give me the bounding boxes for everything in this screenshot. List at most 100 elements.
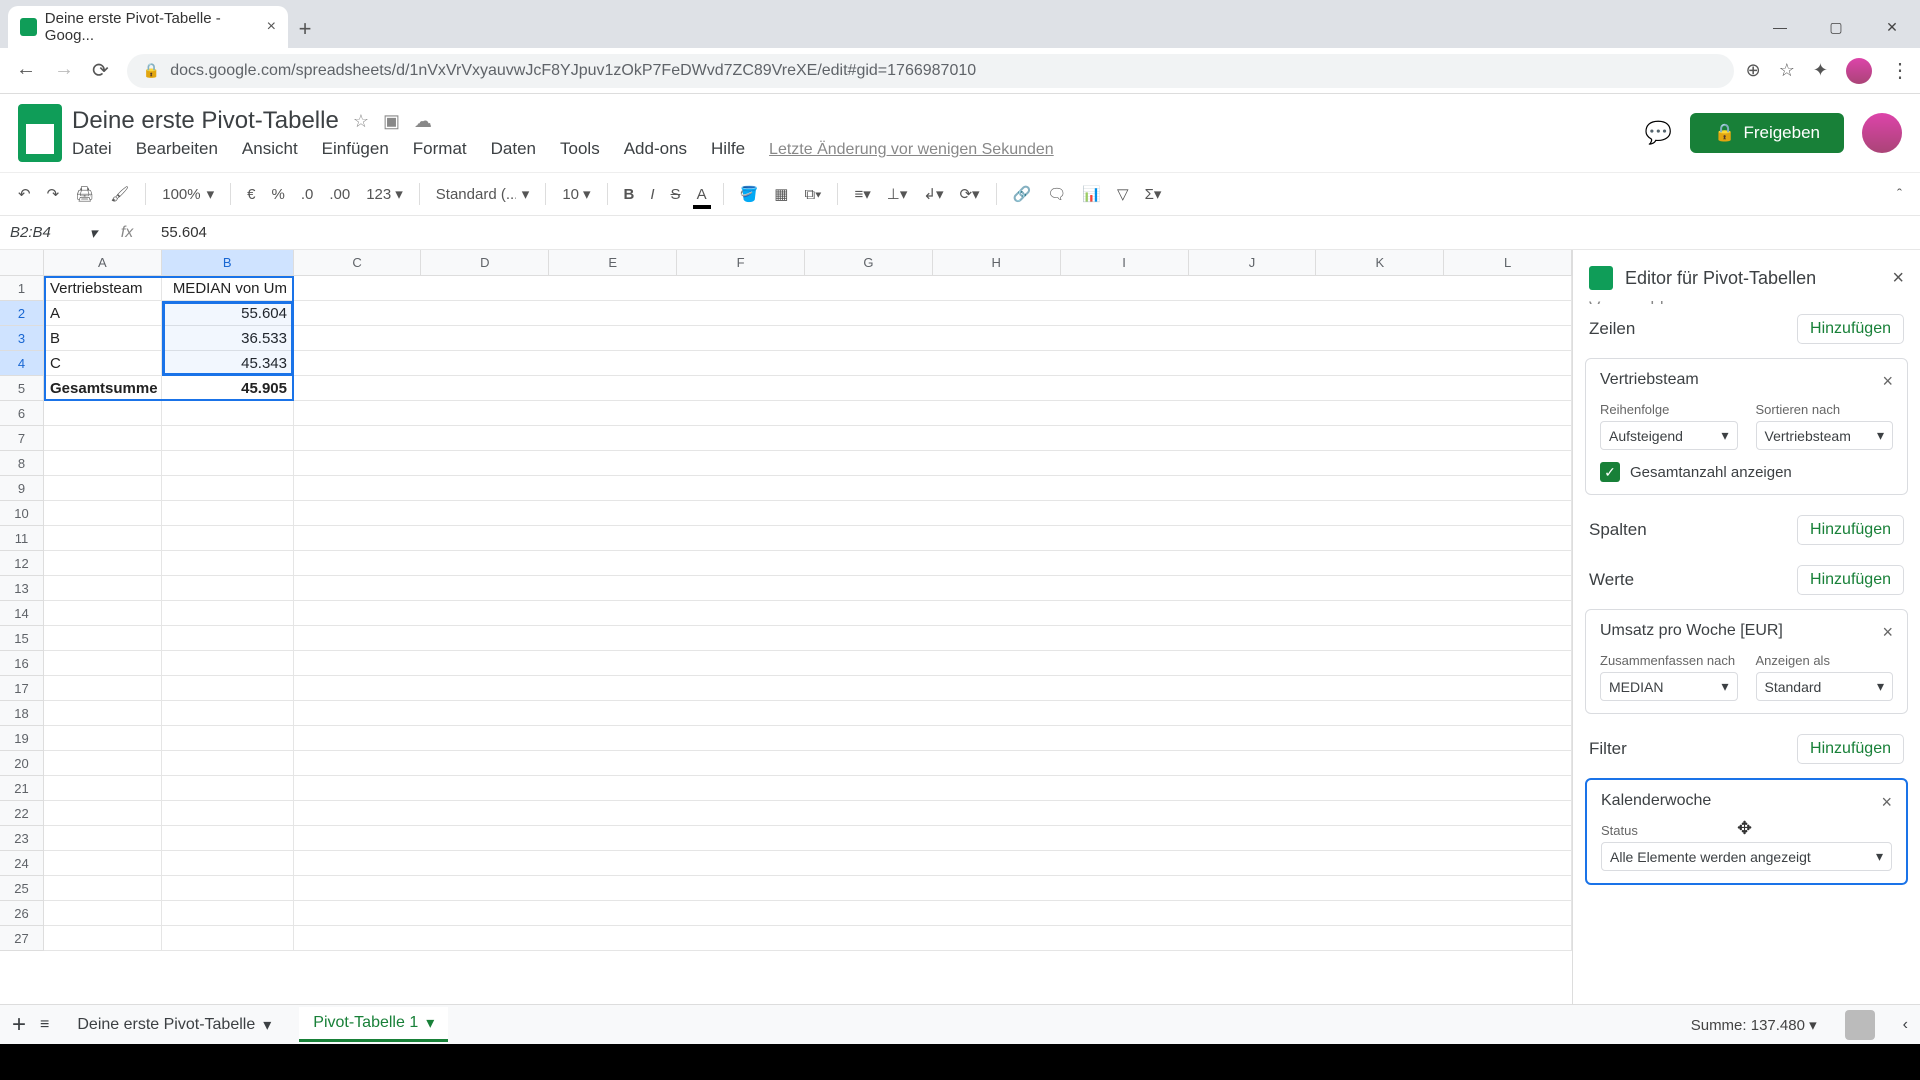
row-header[interactable]: 4 (0, 351, 44, 376)
cell[interactable] (44, 551, 162, 576)
sheet-tab-1[interactable]: Deine erste Pivot-Tabelle▾ (63, 1009, 285, 1041)
empty-cells[interactable] (294, 551, 1572, 576)
order-select[interactable]: Aufsteigend▾ (1600, 421, 1738, 450)
empty-cells[interactable] (294, 851, 1572, 876)
row-header[interactable]: 20 (0, 751, 44, 776)
cell[interactable] (44, 826, 162, 851)
star-icon[interactable]: ☆ (353, 111, 369, 132)
row-header[interactable]: 3 (0, 326, 44, 351)
empty-cells[interactable] (294, 376, 1572, 401)
filter-card[interactable]: Kalenderwoche× Status Alle Elemente werd… (1585, 778, 1908, 885)
cell[interactable] (162, 401, 294, 426)
collapse-toolbar-icon[interactable]: ˆ (1891, 182, 1908, 207)
paint-icon[interactable]: 🖌 (104, 181, 135, 207)
row-header[interactable]: 9 (0, 476, 44, 501)
row-header[interactable]: 12 (0, 551, 44, 576)
col-header-i[interactable]: I (1061, 250, 1189, 275)
cell[interactable] (162, 776, 294, 801)
cell[interactable] (44, 701, 162, 726)
cell[interactable] (44, 501, 162, 526)
browser-tab[interactable]: Deine erste Pivot-Tabelle - Goog... × (8, 6, 288, 48)
row-header[interactable]: 5 (0, 376, 44, 401)
comment-icon[interactable]: 🗨 (1041, 181, 1072, 207)
showas-select[interactable]: Standard▾ (1756, 672, 1894, 701)
row-header[interactable]: 24 (0, 851, 44, 876)
row-header[interactable]: 18 (0, 701, 44, 726)
col-header-b[interactable]: B (162, 250, 294, 275)
row-header[interactable]: 22 (0, 801, 44, 826)
col-header-a[interactable]: A (44, 250, 162, 275)
cell[interactable]: 36.533 (162, 326, 294, 351)
new-tab-button[interactable]: + (288, 16, 322, 48)
cell[interactable] (162, 601, 294, 626)
percent-icon[interactable]: % (266, 182, 291, 207)
currency-icon[interactable]: € (241, 182, 261, 207)
last-edit-text[interactable]: Letzte Änderung vor wenigen Sekunden (769, 141, 1054, 159)
col-header-l[interactable]: L (1444, 250, 1572, 275)
add-value-button[interactable]: Hinzufügen (1797, 565, 1904, 595)
menu-tools[interactable]: Tools (560, 139, 600, 159)
cell[interactable]: A (44, 301, 162, 326)
menu-hilfe[interactable]: Hilfe (711, 139, 745, 159)
empty-cells[interactable] (294, 401, 1572, 426)
cell[interactable] (162, 926, 294, 951)
menu-icon[interactable]: ⋮ (1890, 58, 1910, 83)
menu-format[interactable]: Format (413, 139, 467, 159)
add-sheet-icon[interactable]: + (12, 1011, 26, 1039)
empty-cells[interactable] (294, 326, 1572, 351)
link-icon[interactable]: 🔗 (1007, 181, 1038, 207)
redo-icon[interactable]: ↷ (41, 181, 66, 207)
col-header-e[interactable]: E (549, 250, 677, 275)
forward-icon[interactable]: → (54, 58, 74, 83)
cell[interactable] (162, 576, 294, 601)
cell[interactable] (44, 426, 162, 451)
empty-cells[interactable] (294, 526, 1572, 551)
valign-icon[interactable]: ⊥▾ (881, 181, 914, 207)
empty-cells[interactable] (294, 926, 1572, 951)
cell[interactable] (162, 751, 294, 776)
spreadsheet-grid[interactable]: A B C D E F G H I J K L 1 Vertriebsteam … (0, 250, 1572, 1004)
totals-checkbox[interactable]: ✓ (1600, 462, 1620, 482)
back-icon[interactable]: ← (16, 58, 36, 83)
cell[interactable] (162, 676, 294, 701)
col-header-f[interactable]: F (677, 250, 805, 275)
bold-icon[interactable]: B (618, 182, 641, 207)
empty-cells[interactable] (294, 576, 1572, 601)
cell[interactable] (162, 651, 294, 676)
add-row-button[interactable]: Hinzufügen (1797, 314, 1904, 344)
font-select[interactable]: Standard (...▾ (430, 181, 536, 207)
cell[interactable]: MEDIAN von Um (162, 276, 294, 301)
cell[interactable] (162, 701, 294, 726)
cell[interactable] (162, 501, 294, 526)
cell[interactable] (44, 776, 162, 801)
row-header[interactable]: 13 (0, 576, 44, 601)
comments-icon[interactable]: 💬 (1645, 120, 1672, 146)
empty-cells[interactable] (294, 751, 1572, 776)
cell[interactable] (44, 451, 162, 476)
cell[interactable] (162, 876, 294, 901)
cell[interactable] (44, 401, 162, 426)
menu-ansicht[interactable]: Ansicht (242, 139, 298, 159)
empty-cells[interactable] (294, 476, 1572, 501)
menu-addons[interactable]: Add-ons (624, 139, 687, 159)
cell[interactable]: 45.905 (162, 376, 294, 401)
col-header-h[interactable]: H (933, 250, 1061, 275)
rotate-icon[interactable]: ⟳▾ (953, 181, 985, 207)
cell[interactable] (162, 451, 294, 476)
reload-icon[interactable]: ⟳ (92, 58, 109, 83)
remove-value-icon[interactable]: × (1882, 622, 1893, 643)
row-header[interactable]: 14 (0, 601, 44, 626)
undo-icon[interactable]: ↶ (12, 181, 37, 207)
cell[interactable] (162, 476, 294, 501)
col-header-k[interactable]: K (1316, 250, 1444, 275)
cell[interactable] (44, 926, 162, 951)
empty-cells[interactable] (294, 726, 1572, 751)
menu-datei[interactable]: Datei (72, 139, 112, 159)
row-header[interactable]: 17 (0, 676, 44, 701)
cell[interactable] (162, 626, 294, 651)
print-icon[interactable]: 🖨 (69, 181, 100, 207)
row-header[interactable]: 27 (0, 926, 44, 951)
bookmark-icon[interactable]: ☆ (1779, 60, 1795, 81)
empty-cells[interactable] (294, 501, 1572, 526)
empty-cells[interactable] (294, 451, 1572, 476)
